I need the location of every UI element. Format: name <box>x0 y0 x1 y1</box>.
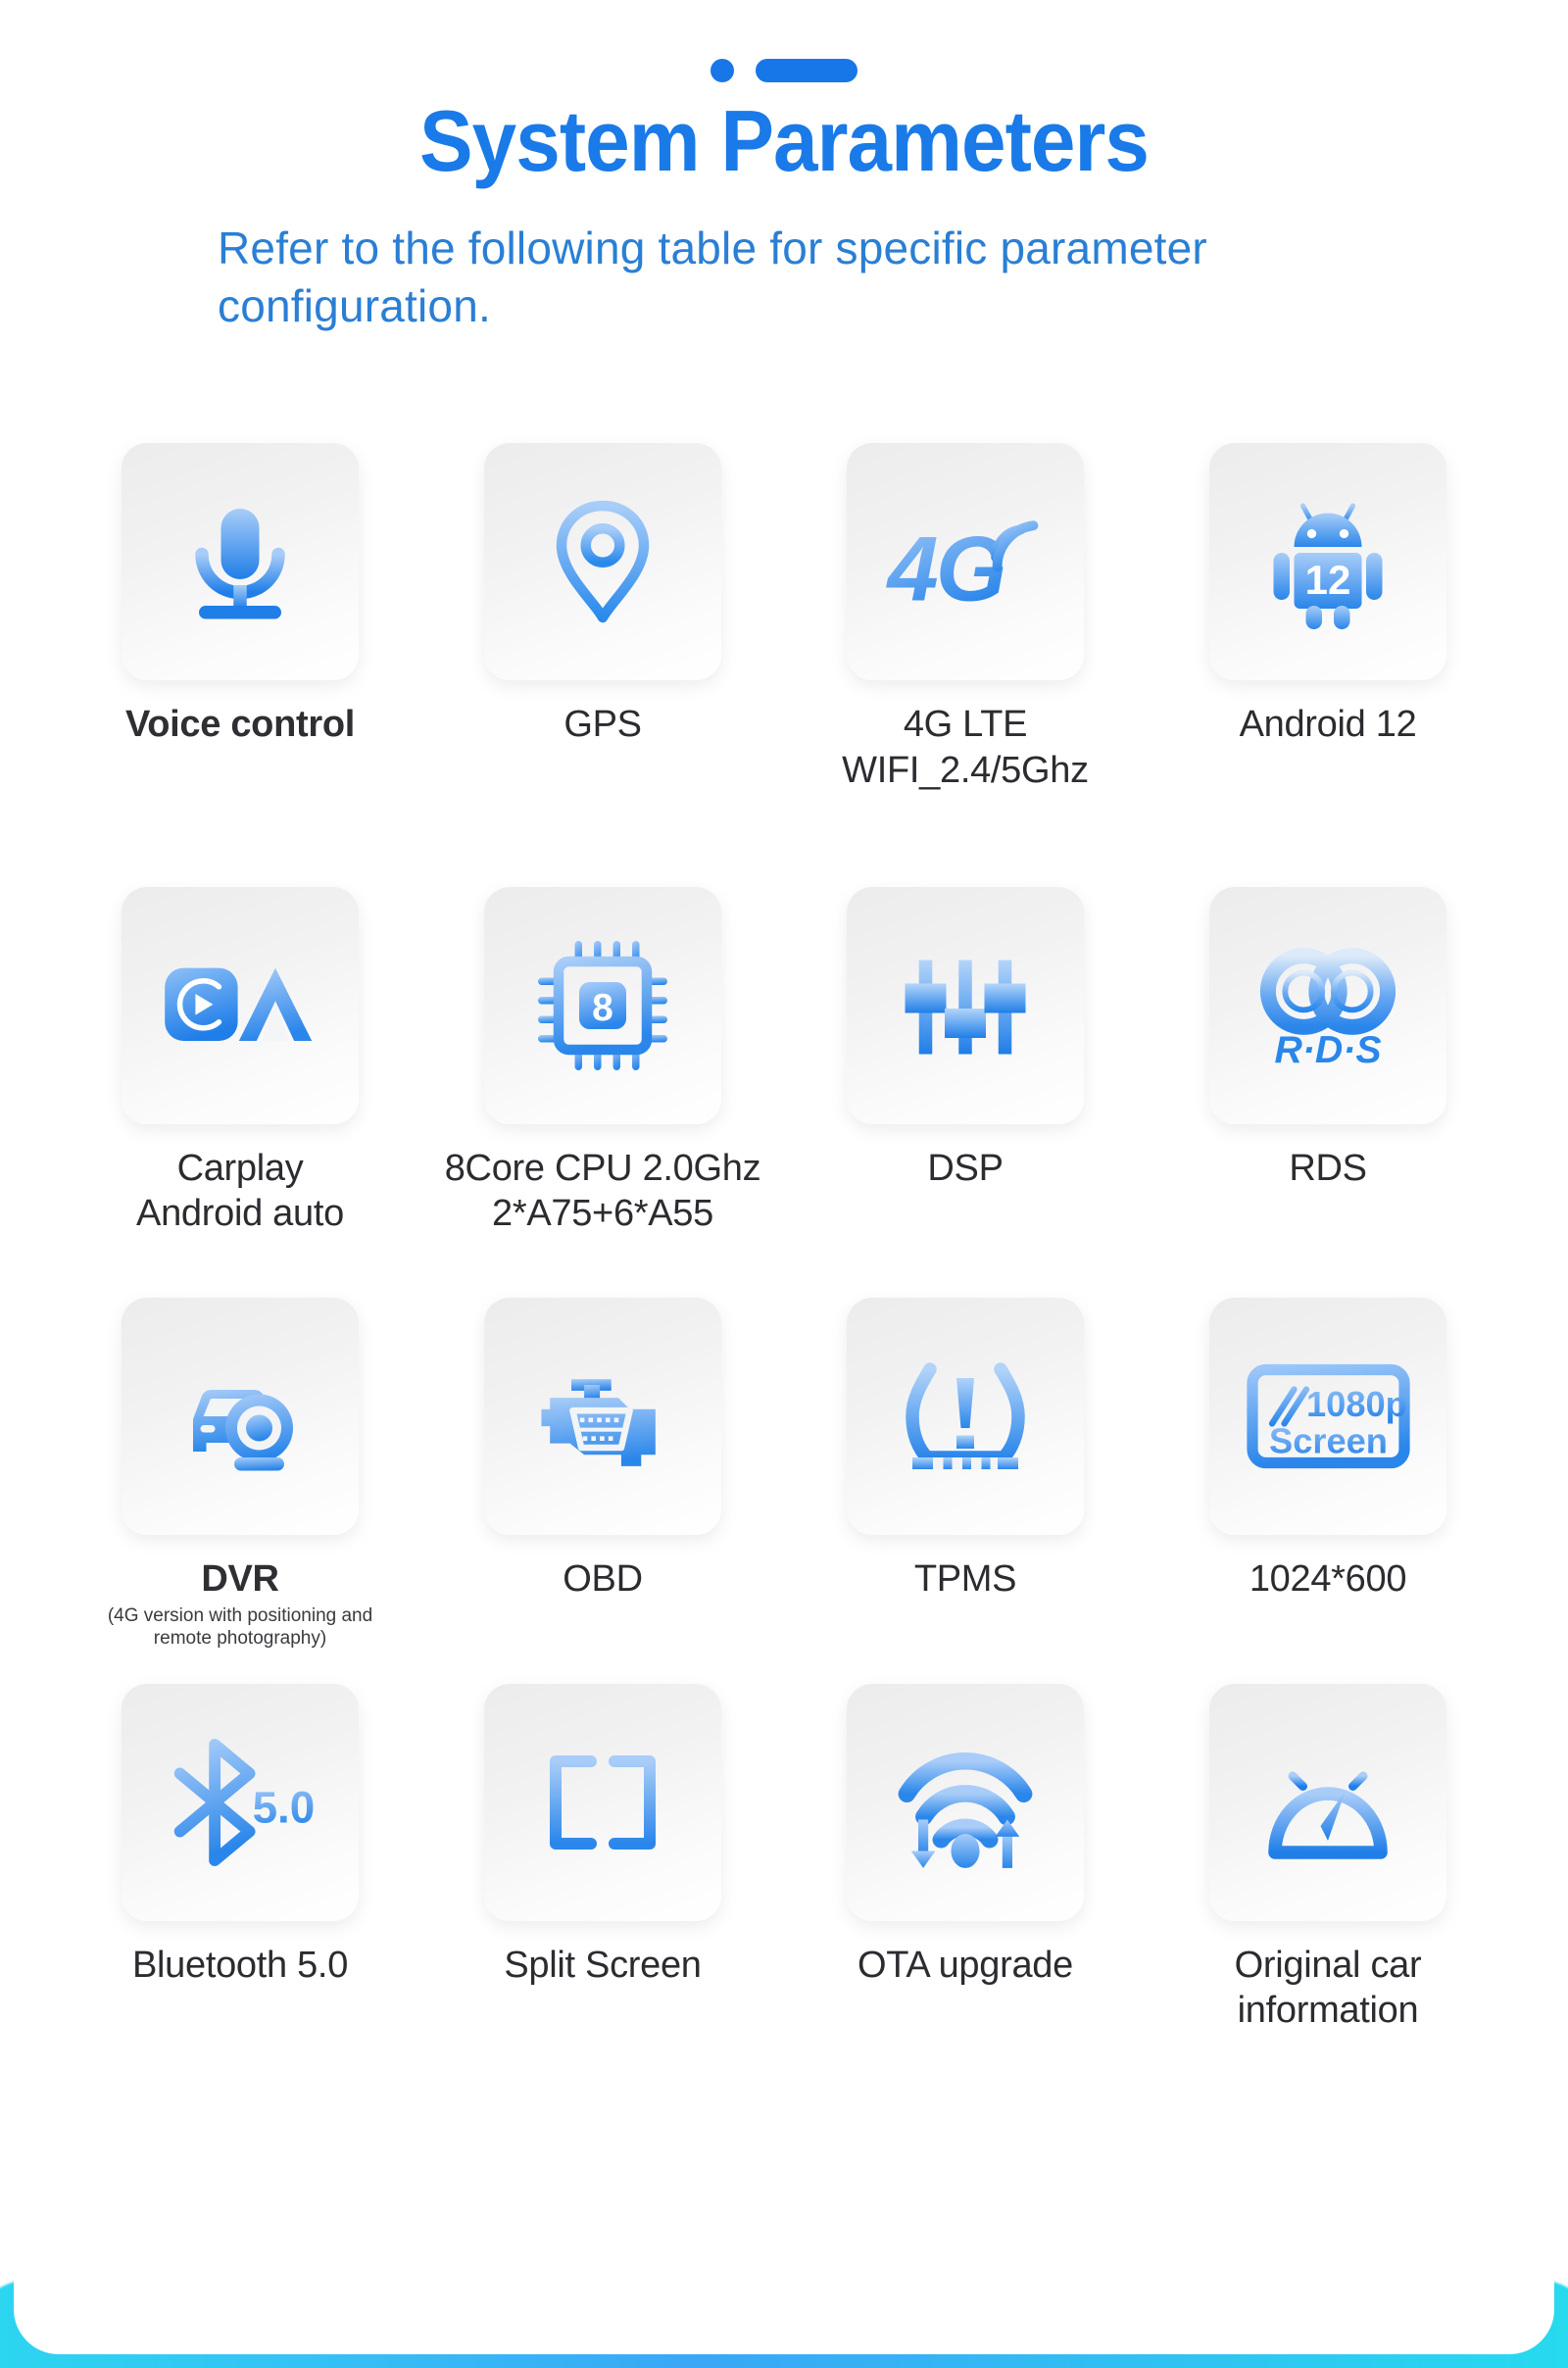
feature-icon-card <box>847 1683 1084 1921</box>
feature-item-ota-upgrade[interactable]: OTA upgrade <box>784 1683 1147 2034</box>
feature-label: Android 12 <box>1239 704 1417 746</box>
feature-icon-card <box>122 443 359 681</box>
speedometer-icon <box>1268 1753 1388 1859</box>
carplay-androidauto-icon <box>165 967 313 1041</box>
feature-grid-row-4: 5.0 Bluetooth 5.0 Split Screen OTA upgra… <box>59 1683 1509 2034</box>
feature-icon-card <box>484 443 721 681</box>
feature-icon-card <box>1209 1683 1446 1921</box>
car-dashcam-icon <box>193 1389 293 1471</box>
feature-item-rds[interactable]: R·D·S RDS <box>1147 886 1509 1237</box>
microphone-icon <box>195 509 285 619</box>
feature-sublabel: (4G version with positioning and remote … <box>107 1604 373 1649</box>
feature-label: DSP <box>927 1147 1004 1189</box>
feature-label: OBD <box>563 1557 643 1600</box>
gps-pin-icon <box>556 500 650 623</box>
feature-label: 4G LTE WIFI_2.4/5Ghz <box>842 704 1089 791</box>
feature-icon-card <box>847 886 1084 1124</box>
feature-label: OTA upgrade <box>858 1944 1073 1986</box>
feature-icon-card <box>484 1297 721 1535</box>
feature-item-obd[interactable]: OBD <box>421 1297 784 1651</box>
screen-resolution-text: 1080p <box>1306 1384 1407 1424</box>
feature-item-voice-control[interactable]: Voice control <box>59 443 421 793</box>
tire-pressure-icon <box>906 1361 1025 1469</box>
ota-upgrade-icon <box>898 1751 1033 1868</box>
svg-text:4G: 4G <box>886 518 1004 620</box>
feature-item-split-screen[interactable]: Split Screen <box>421 1683 784 2034</box>
4g-signal-icon: 4G <box>886 518 1039 620</box>
feature-label: Original car information <box>1234 1944 1422 2031</box>
feature-icon-card: 12 <box>1209 443 1446 681</box>
feature-label: Bluetooth 5.0 <box>131 1944 349 1986</box>
feature-icon-card: 5.0 <box>122 1683 359 1921</box>
bar-decoration-icon <box>756 59 858 82</box>
feature-icon-card: R·D·S <box>1209 886 1446 1124</box>
split-screen-icon <box>550 1743 656 1861</box>
android-version-text: 12 <box>1305 557 1351 603</box>
feature-item-tpms[interactable]: TPMS <box>784 1297 1147 1651</box>
screen-1080p-icon: 1080p Screen <box>1246 1363 1410 1468</box>
feature-item-dsp[interactable]: DSP <box>784 886 1147 1237</box>
feature-item-bluetooth[interactable]: 5.0 Bluetooth 5.0 <box>59 1683 421 2034</box>
bluetooth-version-text: 5.0 <box>253 1782 316 1832</box>
bluetooth-icon: 5.0 <box>173 1738 316 1866</box>
bottom-white-inset <box>14 2227 1554 2354</box>
feature-label: RDS <box>1289 1147 1367 1189</box>
equalizer-sliders-icon <box>905 960 1026 1055</box>
dot-decoration-icon <box>710 59 734 82</box>
feature-icon-card <box>484 1683 721 1921</box>
feature-item-android-12[interactable]: 12 Android 12 <box>1147 443 1509 793</box>
feature-label: 1024*600 <box>1249 1557 1407 1600</box>
android-robot-icon: 12 <box>1273 503 1383 630</box>
feature-item-dvr[interactable]: DVR (4G version with positioning and rem… <box>59 1297 421 1651</box>
rds-logo-icon: R·D·S <box>1259 947 1396 1071</box>
bottom-gradient-frame <box>0 2221 1568 2368</box>
rds-text: R·D·S <box>1274 1028 1381 1071</box>
feature-item-carplay[interactable]: Carplay Android auto <box>59 886 421 1237</box>
feature-item-original-car-info[interactable]: Original car information <box>1147 1683 1509 2034</box>
system-parameters-page: System Parameters Refer to the following… <box>0 0 1568 2368</box>
feature-item-gps[interactable]: GPS <box>421 443 784 793</box>
feature-icon-card <box>122 1297 359 1535</box>
feature-icon-card <box>847 1297 1084 1535</box>
feature-label: Carplay Android auto <box>136 1147 344 1235</box>
feature-item-4g-lte[interactable]: 4G 4G LTE WIFI_2.4/5Ghz <box>784 443 1147 793</box>
cpu-core-text: 8 <box>592 987 613 1029</box>
feature-grid-row-2: Carplay Android auto 8 8Core CPU 2.0Ghz … <box>59 886 1509 1237</box>
feature-icon-card: 8 <box>484 886 721 1124</box>
feature-grid-row-3: DVR (4G version with positioning and rem… <box>59 1297 1509 1651</box>
feature-grid-row-1: Voice control GPS 4G 4G LTE WIFI_2.4/5Gh… <box>59 443 1509 793</box>
screen-word-text: Screen <box>1269 1420 1388 1460</box>
feature-label: Voice control <box>125 704 355 746</box>
engine-obd-icon <box>541 1378 656 1466</box>
feature-icon-card <box>122 886 359 1124</box>
feature-icon-card: 4G <box>847 443 1084 681</box>
page-subtitle: Refer to the following table for specifi… <box>218 222 1207 332</box>
feature-icon-card: 1080p Screen <box>1209 1297 1446 1535</box>
feature-label: Split Screen <box>504 1944 702 1986</box>
feature-label: GPS <box>564 704 642 746</box>
page-title: System Parameters <box>419 92 1150 189</box>
feature-item-cpu[interactable]: 8 8Core CPU 2.0Ghz 2*A75+6*A55 <box>421 886 784 1237</box>
feature-label: TPMS <box>913 1557 1017 1600</box>
cpu-chip-icon: 8 <box>538 940 667 1070</box>
feature-item-screen-resolution[interactable]: 1080p Screen 1024*600 <box>1147 1297 1509 1651</box>
header-decoration <box>0 0 1568 82</box>
feature-label: DVR <box>201 1557 279 1600</box>
feature-label: 8Core CPU 2.0Ghz 2*A75+6*A55 <box>444 1147 761 1235</box>
